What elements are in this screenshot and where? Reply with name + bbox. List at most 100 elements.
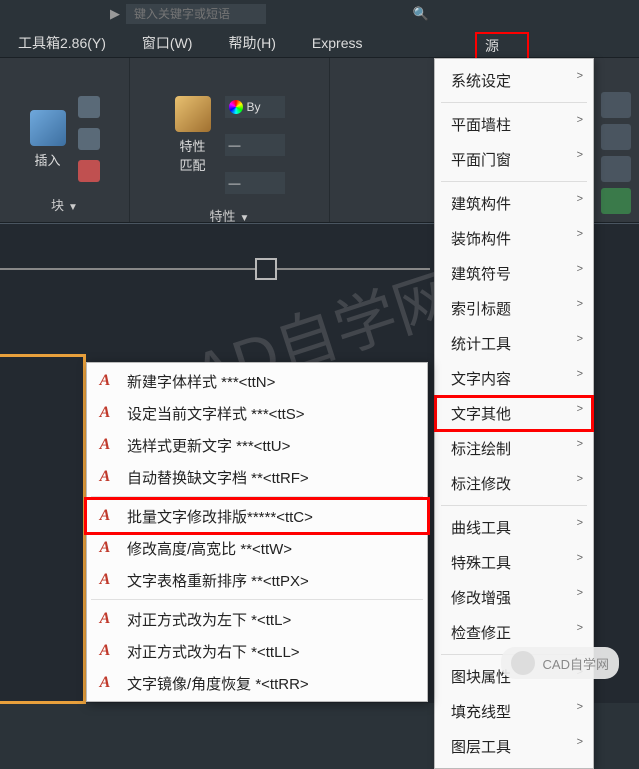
submenu-item[interactable]: A设定当前文字样式 ***<ttS> (87, 397, 427, 429)
main-menu-item[interactable]: 文字内容 > (435, 361, 593, 396)
main-menu-item[interactable]: 文字其他 > (435, 396, 593, 431)
chevron-right-icon: > (577, 473, 583, 485)
menu-item-label: 曲线工具 (451, 520, 511, 537)
main-menu-item[interactable]: 平面门窗> (435, 142, 593, 177)
submenu-item[interactable]: A 文字镜像/角度恢复 *<ttRR> (87, 667, 427, 699)
menu-item-label: 索引标题 (451, 301, 511, 318)
submenu-item[interactable]: A 对正方式改为左下 *<ttL> (87, 603, 427, 635)
submenu-item-label: 修改高度/高宽比 **<ttW> (127, 538, 419, 559)
menu-help[interactable]: 帮助(H) (210, 29, 293, 57)
menu-item-label: 平面门窗 (451, 152, 511, 169)
main-menu-item[interactable]: 系统设定> (435, 63, 593, 98)
chevron-right-icon: > (577, 333, 583, 345)
menu-item-label: 标注绘制 (451, 441, 511, 458)
menu-source[interactable]: 源 (475, 32, 529, 60)
linetype-combo[interactable]: — (225, 134, 285, 156)
menu-express[interactable]: Express (294, 31, 381, 55)
menu-item-label: 标注修改 (451, 476, 511, 493)
logo-icon (511, 651, 535, 675)
play-icon: ▶ (110, 6, 120, 22)
tool-icon[interactable] (78, 96, 100, 118)
right-toolbar (597, 88, 639, 218)
menu-item-label: 文字内容 (451, 371, 511, 388)
submenu-item[interactable]: A 新建字体样式 ***<ttN> (87, 365, 427, 397)
menu-separator (441, 505, 587, 506)
menu-item-label: 图层工具 (451, 739, 511, 756)
submenu-item[interactable]: A批量文字修改排版*****<ttC> (87, 500, 427, 532)
main-menu-item[interactable]: 特殊工具> (435, 545, 593, 580)
lineweight-combo[interactable]: — (225, 172, 285, 194)
tool-icon[interactable] (78, 128, 100, 150)
submenu-item-label: 新建字体样式 ***<ttN> (127, 371, 419, 392)
menu-item-label: 建筑符号 (451, 266, 511, 283)
submenu-item[interactable]: A自动替换缺文字档 **<ttRF> (87, 461, 427, 493)
main-menu-item[interactable]: 检查修正> (435, 615, 593, 650)
ribbon-panel-block: 插入 块▼ (0, 58, 130, 222)
menubar: 工具箱2.86(Y) 窗口(W) 帮助(H) Express 源 (0, 28, 639, 58)
chevron-right-icon: > (577, 438, 583, 450)
text-style-icon: A (93, 466, 117, 488)
search-input[interactable] (126, 4, 266, 24)
submenu-item-label: 批量文字修改排版*****<ttC> (127, 506, 419, 527)
text-style-icon: A (93, 569, 117, 591)
main-menu-item[interactable]: 图层工具 > (435, 729, 593, 764)
main-menu-item[interactable]: 装饰构件> (435, 221, 593, 256)
title-bar: ▶ 🔍 (0, 0, 639, 28)
chevron-right-icon: > (577, 70, 583, 82)
chevron-right-icon: > (577, 368, 583, 380)
text-style-icon: A (93, 672, 117, 694)
tool-icon[interactable] (601, 124, 631, 150)
tool-icon[interactable] (601, 92, 631, 118)
insert-icon[interactable] (30, 110, 66, 146)
geometry-node (255, 258, 277, 280)
menu-separator (91, 496, 423, 497)
main-menu-item[interactable]: 曲线工具> (435, 510, 593, 545)
menu-separator (91, 599, 423, 600)
main-menu-item[interactable]: 统计工具 > (435, 326, 593, 361)
chevron-right-icon: > (577, 587, 583, 599)
geometry-line (0, 268, 430, 270)
menu-item-label: 特殊工具 (451, 555, 511, 572)
submenu-item[interactable]: A选样式更新文字 ***<ttU> (87, 429, 427, 461)
main-menu-item[interactable]: 建筑符号> (435, 256, 593, 291)
geometry-rect (0, 354, 86, 704)
match-props-icon[interactable] (175, 96, 211, 132)
main-menu-item[interactable]: 平面墙柱> (435, 107, 593, 142)
main-menu-item[interactable]: 填充线型> (435, 694, 593, 729)
chevron-right-icon: > (577, 114, 583, 126)
submenu-item[interactable]: A修改高度/高宽比 **<ttW> (87, 532, 427, 564)
submenu-item[interactable]: A对正方式改为右下 *<ttLL> (87, 635, 427, 667)
search-icon[interactable]: 🔍 (413, 6, 429, 22)
menu-separator (441, 102, 587, 103)
footer-watermark: CAD自学网 (501, 647, 619, 679)
chevron-right-icon: > (577, 298, 583, 310)
menu-item-label: 文字其他 (451, 406, 511, 423)
menu-item-label: 检查修正 (451, 625, 511, 642)
tool-icon[interactable] (601, 188, 631, 214)
chevron-right-icon: > (577, 736, 583, 748)
main-menu-item[interactable]: 建筑构件> (435, 186, 593, 221)
main-menu-item[interactable]: 修改增强 > (435, 580, 593, 615)
text-style-icon: A (93, 370, 117, 392)
submenu-item[interactable]: A文字表格重新排序 **<ttPX> (87, 564, 427, 596)
tool-icon[interactable] (601, 156, 631, 182)
color-combo[interactable]: By (225, 96, 285, 118)
submenu-item-label: 对正方式改为右下 *<ttLL> (127, 641, 419, 662)
submenu-item-label: 选样式更新文字 ***<ttU> (127, 435, 419, 456)
menu-item-label: 修改增强 (451, 590, 511, 607)
chevron-right-icon: > (577, 193, 583, 205)
main-menu-item[interactable]: 索引标题 > (435, 291, 593, 326)
text-style-icon: A (93, 608, 117, 630)
text-other-submenu: A新建字体样式 ***<ttN>A设定当前文字样式 ***<ttS>A选样式更新… (86, 362, 428, 702)
menu-toolbox[interactable]: 工具箱2.86(Y) (0, 29, 124, 57)
main-menu-item[interactable]: 标注绘制 > (435, 431, 593, 466)
menu-item-label: 统计工具 (451, 336, 511, 353)
main-menu-item[interactable]: 标注修改 > (435, 466, 593, 501)
submenu-item-label: 文字镜像/角度恢复 *<ttRR> (127, 673, 419, 694)
menu-window[interactable]: 窗口(W) (124, 29, 211, 57)
ribbon-panel-props: 特性 匹配 By — — 特性▼ (130, 58, 330, 222)
submenu-item-label: 设定当前文字样式 ***<ttS> (127, 403, 419, 424)
tool-icon[interactable] (78, 160, 100, 182)
submenu-item-label: 对正方式改为左下 *<ttL> (127, 609, 419, 630)
chevron-right-icon: > (577, 403, 583, 415)
